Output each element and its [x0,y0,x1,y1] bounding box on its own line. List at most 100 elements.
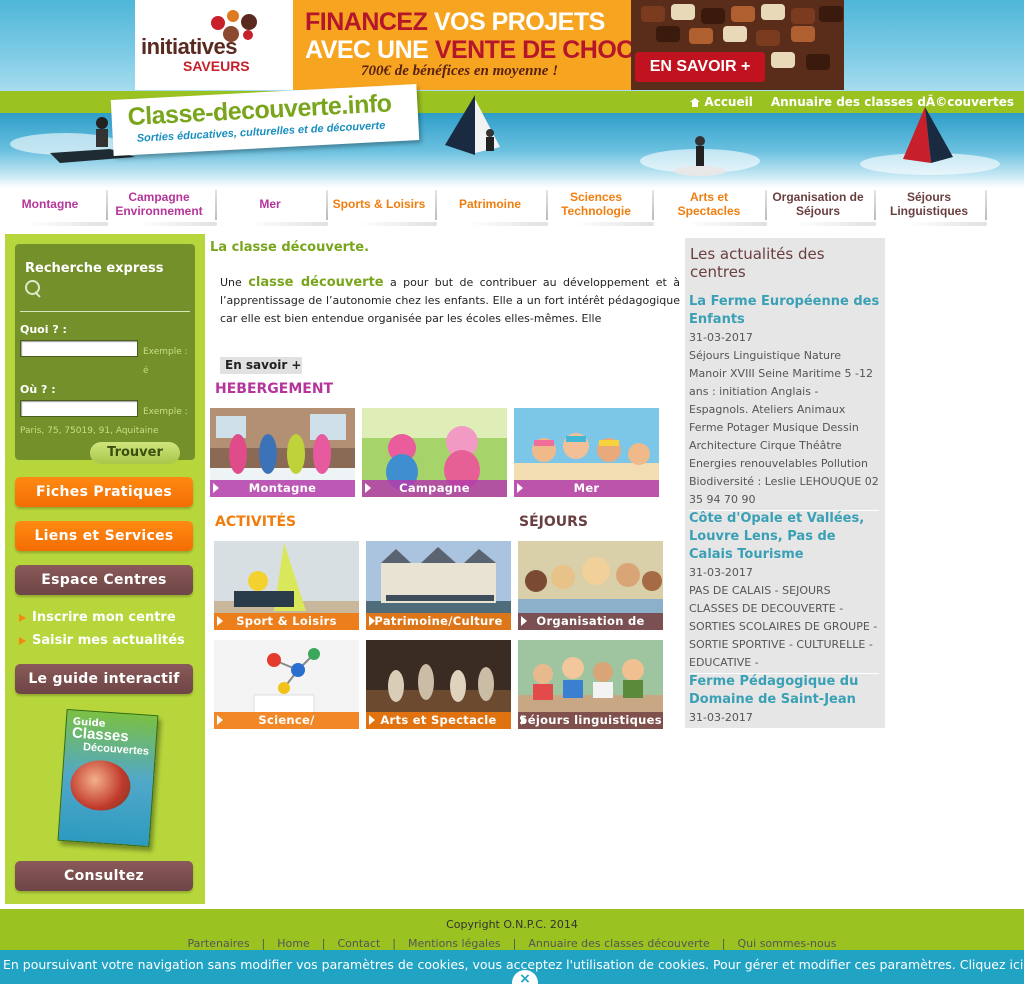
intro-title: La classe découverte. [210,240,370,255]
ad-banner[interactable]: initiatives SAVEURS FINANCEZ VOS PROJETS… [135,0,844,90]
footer-separator: | [261,937,266,950]
search-title: Recherche express [25,261,164,276]
nav-campagne[interactable]: Campagne Environnement [109,186,217,226]
footer-link-contact[interactable]: Contact [337,937,380,950]
windsurf-sail-image [903,107,953,163]
arrow-right-icon [19,636,26,645]
directory-link-label: Annuaire des classes dÃ©couvertes [770,95,1014,109]
tile-arts[interactable]: Arts et Spectacle [366,640,511,729]
surfer-image [674,136,726,176]
footer-link-mentions[interactable]: Mentions légales [408,937,501,950]
footer-links: Partenaires | Home | Contact | Mentions légale… [0,937,1024,950]
espace-centres-button[interactable]: Espace Centres [15,565,193,595]
what-input[interactable] [20,340,138,357]
home-link-label: Accueil [704,95,753,109]
tile-caption: Montagne [210,480,355,497]
tile-sport-loisirs[interactable]: Sport & Loisirs [214,541,359,630]
nav-patrimoine-label: Patrimoine [458,197,521,211]
news-item-title[interactable]: Côte d'Opale et Vallées, Louvre Lens, Pa… [689,510,881,564]
nav-arts[interactable]: Arts et Spectacles [659,186,767,226]
guide-book-photo [68,758,133,813]
play-arrow-icon [217,715,223,725]
intro-highlight-link[interactable]: classe découverte [248,275,383,290]
saisir-actualites-link[interactable]: Saisir mes actualités [19,633,185,648]
ad-subline: 700€ de bénéfices en moyenne ! [361,63,559,79]
news-item[interactable]: La Ferme Européenne des Enfants 31-03-20… [689,293,881,511]
footer-separator: | [512,937,517,950]
news-item-date: 31-03-2017 [689,566,753,579]
tile-linguistiques[interactable]: Séjours linguistiques [518,640,663,729]
sidebar: Recherche express Quoi ? : Exemple : é O… [5,234,205,904]
nav-sciences[interactable]: Sciences Technologie [546,186,654,226]
tile-patrimoine[interactable]: Patrimoine/Culture [366,541,511,630]
guide-book-cover-image[interactable]: Guide Classes Découvertes [57,708,159,848]
directory-link[interactable]: Annuaire des classes dÃ©couvertes [771,95,1014,109]
ad-cta-button[interactable]: EN SAVOIR + [635,52,765,82]
inscrire-centre-link[interactable]: Inscrire mon centre [19,610,176,625]
home-link[interactable]: Accueil [690,95,753,109]
footer-link-annuaire[interactable]: Annuaire des classes découverte [528,937,709,950]
tile-caption: Arts et Spectacle [366,712,511,729]
liens-services-button[interactable]: Liens et Services [15,521,193,551]
what-label: Quoi ? : [20,323,67,336]
tile-science[interactable]: Science/ [214,640,359,729]
search-submit-button[interactable]: Trouver [90,442,180,464]
news-heading: Les actualités des centres [690,245,825,281]
news-panel: Les actualités des centres La Ferme Euro… [685,238,885,728]
tile-mer[interactable]: Mer [514,408,659,497]
tile-caption: Sport & Loisirs [214,613,359,630]
en-savoir-plus-button[interactable]: En savoir + [220,357,302,374]
tile-campagne[interactable]: Campagne [362,408,507,497]
copyright: Copyright O.N.P.C. 2014 [446,918,578,931]
nav-organisation[interactable]: Organisation de Séjours [768,186,876,226]
nav-campagne-label: Campagne Environnement [115,190,203,218]
inscrire-centre-label: Inscrire mon centre [32,610,176,625]
search-panel: Recherche express Quoi ? : Exemple : é O… [15,244,195,464]
nav-patrimoine[interactable]: Patrimoine [440,186,548,226]
play-arrow-icon [521,616,527,626]
tile-organisation[interactable]: Organisation de [518,541,663,630]
tile-caption: Séjours linguistiques [518,712,663,729]
nav-arts-label: Arts et Spectacles [677,190,741,218]
nav-mer[interactable]: Mer [220,186,328,226]
top-links: Accueil Annuaire des classes dÃ©couverte… [690,95,1014,109]
nav-sports-loisirs[interactable]: Sports & Loisirs [329,186,437,226]
fiches-pratiques-button[interactable]: Fiches Pratiques [15,477,193,507]
home-icon [690,97,701,107]
nav-montagne[interactable]: Montagne [0,186,108,226]
nav-mer-label: Mer [259,197,281,211]
divider [20,311,190,312]
intro-prefix: Une [220,276,249,289]
news-item-date: 31-03-2017 [689,711,753,724]
footer-link-partenaires[interactable]: Partenaires [188,937,250,950]
play-arrow-icon [213,483,219,493]
tile-caption: Science/ [214,712,359,729]
windsurfer-image [445,95,500,155]
tile-caption: Organisation de [518,613,663,630]
tile-montagne[interactable]: Montagne [210,408,355,497]
play-arrow-icon [369,616,375,626]
play-arrow-icon [217,616,223,626]
footer-link-home[interactable]: Home [277,937,309,950]
where-label: Où ? : [20,383,56,396]
hebergement-heading: HEBERGEMENT [215,381,334,397]
tile-caption: Patrimoine/Culture [366,613,511,630]
guide-interactif-button[interactable]: Le guide interactif [15,664,193,694]
footer-separator: | [721,937,726,950]
news-item-title[interactable]: La Ferme Européenne des Enfants [689,293,881,329]
footer-link-qui-sommes-nous[interactable]: Qui sommes-nous [738,937,837,950]
news-item-body: Séjours Linguistique Nature Manoir XVIII… [689,349,879,506]
footer-separator: | [392,937,396,950]
search-icon [25,280,43,298]
news-item[interactable]: Ferme Pédagogique du Domaine de Saint-Je… [689,673,881,727]
nav-sports-loisirs-label: Sports & Loisirs [332,197,426,211]
ad-logo-subtext: SAVEURS [183,58,250,74]
nav-montagne-label: Montagne [21,197,79,211]
tile-caption: Mer [514,480,659,497]
news-item-title[interactable]: Ferme Pédagogique du Domaine de Saint-Je… [689,673,881,709]
nav-linguistiques-label: Séjours Linguistiques [890,190,968,218]
consultez-button[interactable]: Consultez [15,861,193,891]
nav-linguistiques[interactable]: Séjours Linguistiques [879,186,987,226]
news-item-body: PAS DE CALAIS - SEJOURS CLASSES DE DECOU… [689,584,878,669]
news-item[interactable]: Côte d'Opale et Vallées, Louvre Lens, Pa… [689,510,881,674]
